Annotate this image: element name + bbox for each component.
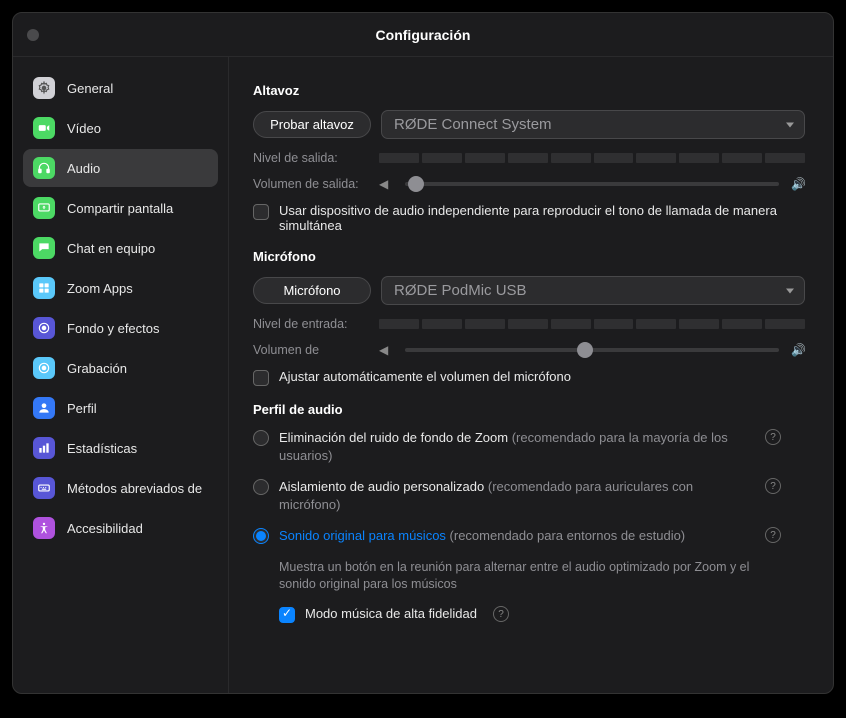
sidebar-item-label: Fondo y efectos	[67, 321, 160, 336]
help-icon[interactable]: ?	[765, 478, 781, 494]
volume-high-icon: 🔊	[791, 343, 805, 357]
share-screen-icon	[33, 197, 55, 219]
profile-audio-isolation-label: Aislamiento de audio personalizado (reco…	[279, 478, 755, 513]
sidebar-item-label: Audio	[67, 161, 100, 176]
sidebar-item-statistics[interactable]: Estadísticas	[23, 429, 218, 467]
window-title: Configuración	[13, 27, 833, 43]
help-icon[interactable]: ?	[765, 429, 781, 445]
chat-icon	[33, 237, 55, 259]
output-level-label: Nivel de salida:	[253, 151, 365, 165]
sidebar-item-label: Perfil	[67, 401, 97, 416]
titlebar: Configuración	[13, 13, 833, 57]
window-controls	[27, 29, 39, 41]
headphones-icon	[33, 157, 55, 179]
ringtone-device-label: Usar dispositivo de audio independiente …	[279, 203, 805, 233]
sidebar-item-label: Compartir pantalla	[67, 201, 173, 216]
close-window-icon[interactable]	[27, 29, 39, 41]
record-icon	[33, 357, 55, 379]
sidebar-item-label: Zoom Apps	[67, 281, 133, 296]
output-volume-label: Volumen de salida:	[253, 177, 365, 191]
volume-low-icon: ◀	[379, 343, 393, 357]
hifi-mode-checkbox[interactable]	[279, 607, 295, 623]
background-icon	[33, 317, 55, 339]
profile-noise-suppression-radio[interactable]	[253, 430, 269, 446]
test-mic-button[interactable]: Micrófono	[253, 277, 371, 304]
mic-device-select[interactable]: RØDE PodMic USB	[381, 276, 805, 305]
sidebar-item-label: Grabación	[67, 361, 127, 376]
profile-audio-isolation-radio[interactable]	[253, 479, 269, 495]
help-icon[interactable]: ?	[765, 527, 781, 543]
input-level-label: Nivel de entrada:	[253, 317, 365, 331]
apps-icon	[33, 277, 55, 299]
volume-low-icon: ◀	[379, 177, 393, 191]
input-level-meter	[379, 319, 805, 329]
input-volume-label: Volumen de	[253, 343, 365, 357]
sidebar-item-label: Métodos abreviados de	[67, 481, 202, 496]
gear-icon	[33, 77, 55, 99]
sidebar-item-team-chat[interactable]: Chat en equipo	[23, 229, 218, 267]
accessibility-icon	[33, 517, 55, 539]
output-volume-slider[interactable]	[405, 182, 779, 186]
sidebar-item-profile[interactable]: Perfil	[23, 389, 218, 427]
profile-original-sound-desc: Muestra un botón en la reunión para alte…	[279, 559, 805, 593]
sidebar: General Vídeo Audio Compartir pantalla C…	[13, 57, 229, 693]
volume-high-icon: 🔊	[791, 177, 805, 191]
speaker-device-select[interactable]: RØDE Connect System	[381, 110, 805, 139]
sidebar-item-background[interactable]: Fondo y efectos	[23, 309, 218, 347]
speaker-heading: Altavoz	[253, 83, 805, 98]
profile-original-sound-radio[interactable]	[253, 528, 269, 544]
output-level-meter	[379, 153, 805, 163]
sidebar-item-video[interactable]: Vídeo	[23, 109, 218, 147]
hifi-mode-label: Modo música de alta fidelidad	[305, 606, 477, 621]
test-speaker-button[interactable]: Probar altavoz	[253, 111, 371, 138]
ringtone-device-checkbox[interactable]	[253, 204, 269, 220]
sidebar-item-recording[interactable]: Grabación	[23, 349, 218, 387]
sidebar-item-accessibility[interactable]: Accesibilidad	[23, 509, 218, 547]
auto-adjust-mic-label: Ajustar automáticamente el volumen del m…	[279, 369, 571, 384]
profile-noise-suppression-label: Eliminación del ruido de fondo de Zoom (…	[279, 429, 755, 464]
profile-original-sound-label: Sonido original para músicos (recomendad…	[279, 527, 755, 545]
audio-profile-heading: Perfil de audio	[253, 402, 805, 417]
auto-adjust-mic-checkbox[interactable]	[253, 370, 269, 386]
sidebar-item-label: Vídeo	[67, 121, 101, 136]
sidebar-item-zoom-apps[interactable]: Zoom Apps	[23, 269, 218, 307]
sidebar-item-label: Chat en equipo	[67, 241, 155, 256]
help-icon[interactable]: ?	[493, 606, 509, 622]
sidebar-item-label: General	[67, 81, 113, 96]
main-panel: Altavoz Probar altavoz RØDE Connect Syst…	[229, 57, 833, 693]
sidebar-item-general[interactable]: General	[23, 69, 218, 107]
stats-icon	[33, 437, 55, 459]
video-icon	[33, 117, 55, 139]
profile-icon	[33, 397, 55, 419]
sidebar-item-label: Estadísticas	[67, 441, 137, 456]
sidebar-item-share-screen[interactable]: Compartir pantalla	[23, 189, 218, 227]
input-volume-slider[interactable]	[405, 348, 779, 352]
settings-window: Configuración General Vídeo Audio Compar…	[12, 12, 834, 694]
sidebar-item-shortcuts[interactable]: Métodos abreviados de	[23, 469, 218, 507]
sidebar-item-label: Accesibilidad	[67, 521, 143, 536]
sidebar-item-audio[interactable]: Audio	[23, 149, 218, 187]
keyboard-icon	[33, 477, 55, 499]
mic-heading: Micrófono	[253, 249, 805, 264]
